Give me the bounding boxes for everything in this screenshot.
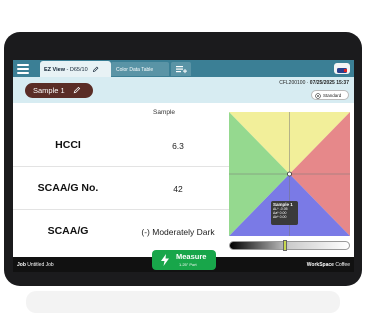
standard-label: Standard <box>323 93 342 98</box>
add-list-icon <box>176 66 187 74</box>
add-view-button[interactable] <box>171 62 191 76</box>
lightning-bolt-icon <box>161 254 169 266</box>
target-icon <box>315 92 321 99</box>
table-row: SCAA/G (-) Moderately Dark <box>13 210 233 253</box>
tab-color-data-table[interactable]: Color Data Table <box>111 62 169 76</box>
job-value: Untitled Job <box>27 262 54 268</box>
row-value: 6.3 <box>172 141 184 151</box>
sample-name: Sample 1 <box>33 86 65 95</box>
row-label: HCCI <box>55 139 81 151</box>
workspace-value: Coffee <box>335 262 350 268</box>
job-info[interactable]: Job Untitled Job <box>17 262 54 268</box>
row-value: (-) Moderately Dark <box>141 227 215 237</box>
job-key: Job <box>17 262 26 268</box>
table-row: SCAA/G No. 42 <box>13 167 233 210</box>
sample-tooltip: Sample 1 ΔL* -0.05 Δa* 0.00 Δb* 0.00 <box>271 201 298 225</box>
tab-ez-view-illuminant: - D65/10 <box>65 66 88 73</box>
sample-selector[interactable]: Sample 1 <box>25 83 93 98</box>
column-header-sample: Sample <box>153 109 176 116</box>
hamburger-menu-icon[interactable] <box>17 64 29 74</box>
workspace-info[interactable]: WorkSpace Coffee <box>307 262 350 268</box>
instrument-status-icon[interactable] <box>334 63 350 74</box>
device-shadow <box>26 291 340 313</box>
measure-button[interactable]: Measure 1.25" Port <box>152 250 216 270</box>
measurement-datetime: 07/25/2025 15:37 <box>309 80 349 86</box>
row-label: SCAA/G <box>47 225 89 237</box>
instrument-serial: CFL200100 · <box>279 80 310 86</box>
tab-ez-view-title: EZ View <box>44 66 65 73</box>
tab-ez-view[interactable]: EZ View - D65/10 <box>40 61 111 77</box>
results-table: Sample HCCI 6.3 SCAA/G No. 42 SCAA/G (-)… <box>13 103 233 257</box>
standard-button[interactable]: Standard <box>311 90 349 100</box>
row-label: SCAA/G No. <box>37 182 99 194</box>
tooltip-line: Δb* 0.00 <box>273 215 287 219</box>
measure-label: Measure <box>176 252 207 261</box>
table-row: HCCI 6.3 <box>13 124 233 167</box>
measure-port: 1.25" Port <box>179 262 197 267</box>
edit-sample-icon[interactable] <box>73 86 81 94</box>
top-bar: EZ View - D65/10 Color Data Table <box>13 60 354 77</box>
app-screen: EZ View - D65/10 Color Data Table Sample… <box>13 60 354 272</box>
row-value: 42 <box>173 184 183 194</box>
instrument-info: CFL200100 · 07/25/2025 15:37 <box>279 80 349 86</box>
sample-bar: Sample 1 CFL200100 · 07/25/2025 15:37 St… <box>13 77 354 103</box>
lightness-marker <box>283 240 287 251</box>
edit-pencil-icon[interactable] <box>92 66 99 73</box>
sample-point <box>287 171 292 177</box>
lightness-scale-bar <box>229 241 350 250</box>
workspace-key: WorkSpace <box>306 262 334 268</box>
